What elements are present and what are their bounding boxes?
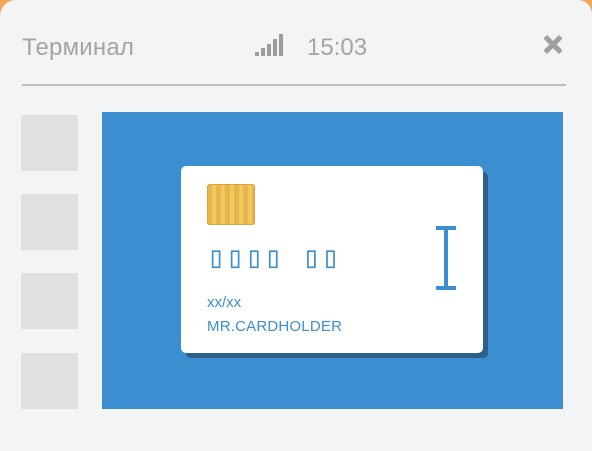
card-expiry: xx/xx — [207, 294, 242, 311]
sidebar-button-4[interactable] — [21, 353, 78, 409]
sidebar-button-1[interactable] — [21, 115, 78, 171]
signal-strength-icon — [255, 34, 285, 56]
close-icon[interactable] — [542, 34, 564, 56]
header: Терминал 15:03 — [22, 28, 566, 68]
card-number: ▯▯▯▯ ▯▯ — [207, 240, 341, 275]
clock-time: 15:03 — [307, 34, 368, 61]
credit-card: ▯▯▯▯ ▯▯ xx/xx MR.CARDHOLDER — [181, 166, 483, 353]
card-holder-name: MR.CARDHOLDER — [207, 318, 343, 335]
text-cursor-icon — [436, 226, 456, 290]
card-chip-icon — [207, 184, 255, 225]
header-divider — [22, 84, 566, 86]
window-title: Терминал — [22, 34, 135, 61]
sidebar-button-2[interactable] — [21, 194, 78, 250]
terminal-window: Терминал 15:03 ▯▯▯▯ ▯▯ xx/xx MR.CARDHOLD… — [0, 0, 592, 451]
sidebar-button-3[interactable] — [21, 273, 78, 329]
